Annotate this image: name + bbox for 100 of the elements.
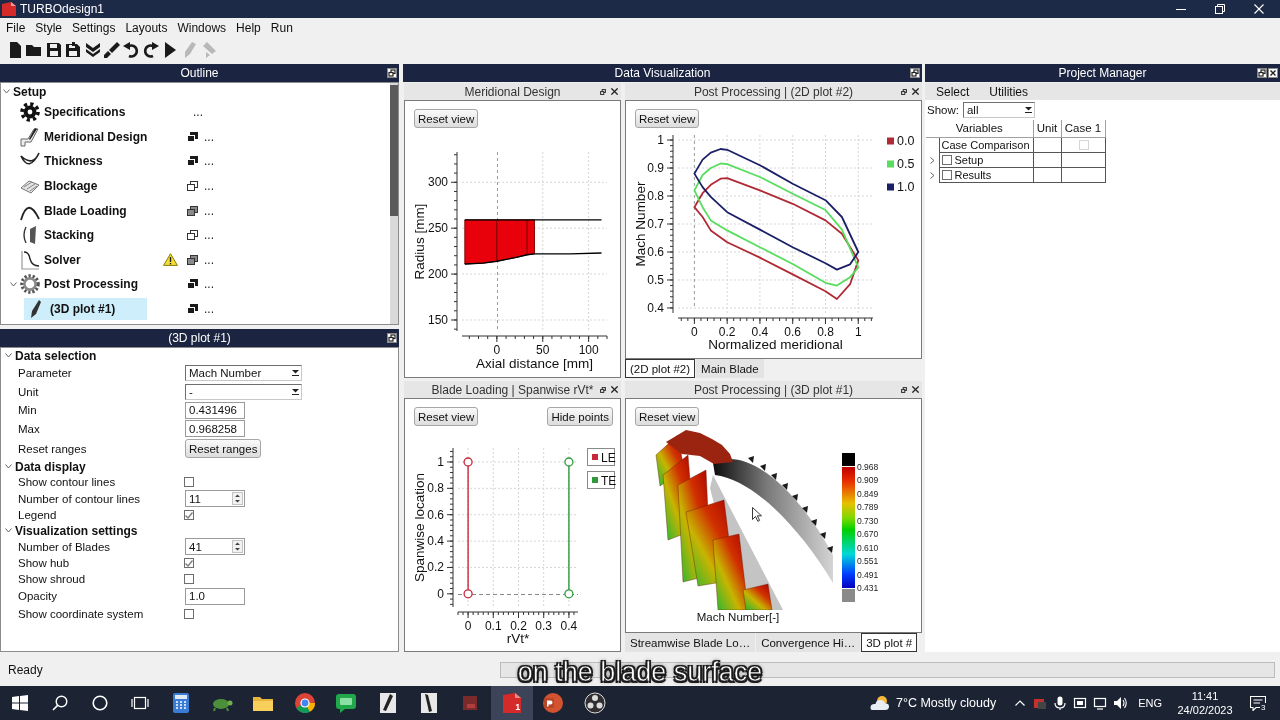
- menu-item[interactable]: Run: [265, 19, 298, 36]
- tree-item[interactable]: Solver: [18, 248, 83, 271]
- chevron-down-icon[interactable]: [2, 89, 10, 94]
- tab[interactable]: Main Blade: [696, 359, 764, 378]
- minimize-icon[interactable]: [1175, 8, 1186, 10]
- tab[interactable]: 3D plot #: [861, 633, 918, 652]
- task-view-icon[interactable]: [131, 695, 149, 711]
- menu-item[interactable]: Layouts: [120, 19, 173, 36]
- close-icon[interactable]: [912, 386, 919, 393]
- more-button[interactable]: ...: [193, 106, 203, 119]
- menu-item[interactable]: Utilities: [984, 83, 1034, 100]
- tree-item[interactable]: Post Processing: [18, 273, 141, 296]
- checkbox[interactable]: [184, 510, 194, 520]
- notification-icon[interactable]: [1250, 695, 1266, 711]
- monitor-icon[interactable]: [1093, 696, 1108, 710]
- tab[interactable]: (2D plot #2): [625, 359, 696, 378]
- dropdown[interactable]: all: [962, 101, 1035, 118]
- start-icon[interactable]: [12, 695, 28, 711]
- restore-icon[interactable]: [900, 87, 908, 96]
- scrollbar-thumb[interactable]: [390, 85, 398, 216]
- data-point[interactable]: [564, 457, 574, 467]
- dropdown[interactable]: Mach Number: [185, 364, 302, 381]
- undo-icon[interactable]: [123, 42, 140, 58]
- tree-item[interactable]: Thickness: [18, 150, 105, 173]
- chevron-right-icon[interactable]: [929, 171, 935, 179]
- column-header[interactable]: Case 1: [1061, 120, 1105, 137]
- close-icon[interactable]: [611, 386, 618, 393]
- more-button[interactable]: ...: [204, 180, 214, 193]
- tree-item[interactable]: (3D plot #1): [24, 298, 147, 321]
- tab[interactable]: Convergence Hi…: [756, 633, 861, 652]
- brush-icon[interactable]: [103, 42, 120, 58]
- menu-item[interactable]: Style: [30, 19, 68, 36]
- taskbar-button[interactable]: 1: [491, 686, 533, 720]
- tree-item[interactable]: Setup: [11, 83, 49, 100]
- checkbox[interactable]: [184, 574, 194, 584]
- spin-arrows-icon[interactable]: [232, 540, 243, 553]
- chevron-down-icon[interactable]: [9, 281, 17, 287]
- disc-icon[interactable]: [583, 692, 606, 714]
- scrollbar-track[interactable]: [390, 83, 398, 324]
- menu-item[interactable]: Select: [931, 83, 975, 100]
- tree-item[interactable]: Blockage: [18, 175, 100, 198]
- menu-item[interactable]: Help: [231, 19, 266, 36]
- restore-icon[interactable]: [900, 385, 908, 394]
- data-point[interactable]: [564, 589, 574, 599]
- tree-item[interactable]: Specifications: [18, 101, 128, 124]
- checkbox[interactable]: [184, 608, 194, 619]
- input-field[interactable]: 0.431496: [185, 401, 245, 419]
- window-icon[interactable]: [187, 279, 198, 290]
- tricolor-circle-icon[interactable]: [293, 692, 316, 714]
- checkbox[interactable]: [184, 558, 194, 568]
- chevron-down-icon[interactable]: [5, 464, 12, 469]
- checkbox[interactable]: [941, 169, 952, 180]
- more-button[interactable]: ...: [204, 130, 214, 143]
- restore-icon[interactable]: [599, 385, 607, 394]
- close-icon[interactable]: [1268, 68, 1278, 78]
- checkbox[interactable]: [941, 154, 952, 165]
- ring-icon[interactable]: [92, 695, 108, 711]
- new-file-icon[interactable]: [7, 42, 23, 58]
- data-point[interactable]: [463, 457, 473, 467]
- restore-icon[interactable]: [910, 68, 920, 78]
- more-button[interactable]: ...: [204, 155, 214, 168]
- column-header[interactable]: Unit: [1033, 120, 1061, 137]
- restore-icon[interactable]: [1214, 4, 1225, 14]
- floppy-icon[interactable]: [65, 42, 82, 58]
- chevron-down-icon[interactable]: [5, 353, 12, 358]
- chevron-down-icon[interactable]: [5, 528, 12, 533]
- spin-box[interactable]: 41: [185, 538, 245, 555]
- clock-time[interactable]: 11:41: [1191, 689, 1219, 703]
- app-icon[interactable]: [500, 692, 523, 714]
- spin-arrows-icon[interactable]: [232, 492, 243, 505]
- restore-icon[interactable]: [599, 87, 607, 96]
- chevron-up-icon[interactable]: [1015, 700, 1026, 706]
- search-icon[interactable]: [52, 695, 68, 711]
- reset-view-button[interactable]: Reset view: [414, 407, 479, 426]
- tray-app-icon[interactable]: [1033, 696, 1048, 710]
- restore-icon[interactable]: [387, 68, 397, 78]
- reset-view-button[interactable]: Reset view: [414, 109, 479, 128]
- chevron-right-icon[interactable]: [929, 156, 935, 164]
- dropdown[interactable]: -: [185, 383, 302, 400]
- menu-item[interactable]: Settings: [67, 19, 121, 36]
- tab[interactable]: Streamwise Blade Lo…: [625, 633, 756, 652]
- hide-points-button[interactable]: Hide points: [547, 407, 613, 426]
- presentation-icon[interactable]: [542, 692, 565, 714]
- tree-item[interactable]: Meridional Design: [18, 125, 150, 148]
- spin-box[interactable]: 11: [185, 490, 245, 507]
- tree-item[interactable]: Blade Loading: [18, 199, 129, 222]
- restore-icon[interactable]: [387, 333, 397, 343]
- more-button[interactable]: ...: [204, 303, 214, 316]
- reset-view-button[interactable]: Reset view: [635, 109, 700, 128]
- window-icon[interactable]: [187, 181, 198, 192]
- input-field[interactable]: 1.0: [185, 587, 245, 605]
- clock-date[interactable]: 24/02/2023: [1177, 703, 1233, 717]
- window-icon[interactable]: [187, 254, 198, 265]
- window-icon[interactable]: [187, 230, 198, 241]
- window-icon[interactable]: [187, 131, 198, 142]
- redo-icon[interactable]: [142, 42, 159, 58]
- folder-icon[interactable]: [26, 42, 43, 58]
- data-point[interactable]: [463, 589, 473, 599]
- more-button[interactable]: ...: [204, 229, 214, 242]
- save-icon[interactable]: [45, 42, 62, 58]
